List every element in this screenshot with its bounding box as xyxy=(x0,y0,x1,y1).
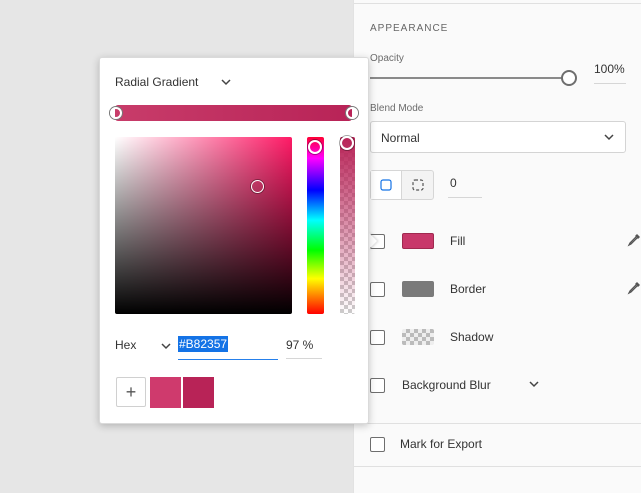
saved-swatch[interactable] xyxy=(183,377,214,408)
blend-mode-dropdown[interactable]: Normal xyxy=(370,121,626,153)
chevron-down-icon[interactable] xyxy=(160,340,172,352)
fill-color-swatch[interactable] xyxy=(402,233,434,249)
alpha-field-underline xyxy=(286,358,322,359)
chevron-down-icon[interactable] xyxy=(528,378,540,390)
corner-radius-underline xyxy=(448,197,482,198)
hue-slider-handle[interactable] xyxy=(308,140,322,154)
border-color-swatch[interactable] xyxy=(402,281,434,297)
alpha-value-field[interactable]: 97 % xyxy=(286,338,313,352)
color-picker-handle[interactable] xyxy=(251,180,264,193)
alpha-gradient xyxy=(340,137,355,314)
alpha-slider-handle[interactable] xyxy=(340,136,354,150)
opacity-value-field[interactable]: 100% xyxy=(594,62,625,76)
opacity-slider-thumb[interactable] xyxy=(561,70,577,86)
section-divider xyxy=(354,466,641,467)
color-format-dropdown[interactable]: Hex xyxy=(115,338,136,352)
background-blur-checkbox[interactable] xyxy=(370,378,385,393)
mark-for-export-checkbox[interactable] xyxy=(370,437,385,452)
shadow-checkbox[interactable] xyxy=(370,330,385,345)
gradient-type-dropdown[interactable]: Radial Gradient xyxy=(115,75,198,89)
border-row: Border xyxy=(370,278,640,302)
saved-swatch[interactable] xyxy=(150,377,181,408)
hue-slider[interactable] xyxy=(307,137,324,314)
export-row: Mark for Export xyxy=(370,433,570,457)
opacity-field-underline xyxy=(594,83,626,84)
section-title: APPEARANCE xyxy=(370,23,449,34)
mark-for-export-label: Mark for Export xyxy=(400,437,483,451)
gradient-stop-end[interactable] xyxy=(346,107,358,119)
dashed-corners-icon xyxy=(411,179,424,191)
opacity-label: Opacity xyxy=(370,53,404,64)
chevron-down-icon xyxy=(604,134,614,141)
background-blur-label: Background Blur xyxy=(402,378,491,392)
gradient-stop-start[interactable] xyxy=(110,107,122,119)
panel-top-divider xyxy=(354,3,641,4)
color-picker-popover: Radial Gradient Hex #B82357 97 % + xyxy=(99,57,369,424)
eyedropper-icon[interactable] xyxy=(626,232,641,248)
saturation-brightness-area[interactable] xyxy=(115,137,292,314)
corner-radius-field[interactable]: 0 xyxy=(450,176,457,190)
add-swatch-button[interactable]: + xyxy=(116,377,146,407)
eyedropper-icon[interactable] xyxy=(626,280,641,296)
hex-value-selected[interactable]: #B82357 xyxy=(178,336,229,352)
alpha-slider[interactable] xyxy=(340,137,355,314)
border-checkbox[interactable] xyxy=(370,282,385,297)
chevron-down-icon[interactable] xyxy=(220,76,232,88)
blend-mode-label: Blend Mode xyxy=(370,103,424,114)
shadow-swatch[interactable] xyxy=(402,329,434,345)
section-divider xyxy=(354,423,641,424)
appearance-panel: APPEARANCE Opacity 100% Blend Mode Norma… xyxy=(353,0,641,493)
gradient-bar[interactable] xyxy=(115,105,352,121)
corner-radius-toggle xyxy=(370,170,434,200)
popover-arrow xyxy=(368,232,377,250)
border-label: Border xyxy=(450,282,487,296)
independent-corners-button[interactable] xyxy=(402,171,433,199)
fill-label: Fill xyxy=(450,234,466,248)
background-blur-row: Background Blur xyxy=(370,374,630,398)
uniform-corner-button[interactable] xyxy=(371,171,403,199)
blend-mode-value: Normal xyxy=(381,131,420,145)
fill-row: Fill xyxy=(370,230,640,254)
shadow-row: Shadow xyxy=(370,326,630,350)
rounded-square-icon xyxy=(380,179,392,191)
opacity-slider[interactable] xyxy=(370,77,568,79)
shadow-label: Shadow xyxy=(450,330,494,344)
plus-icon: + xyxy=(125,381,137,402)
